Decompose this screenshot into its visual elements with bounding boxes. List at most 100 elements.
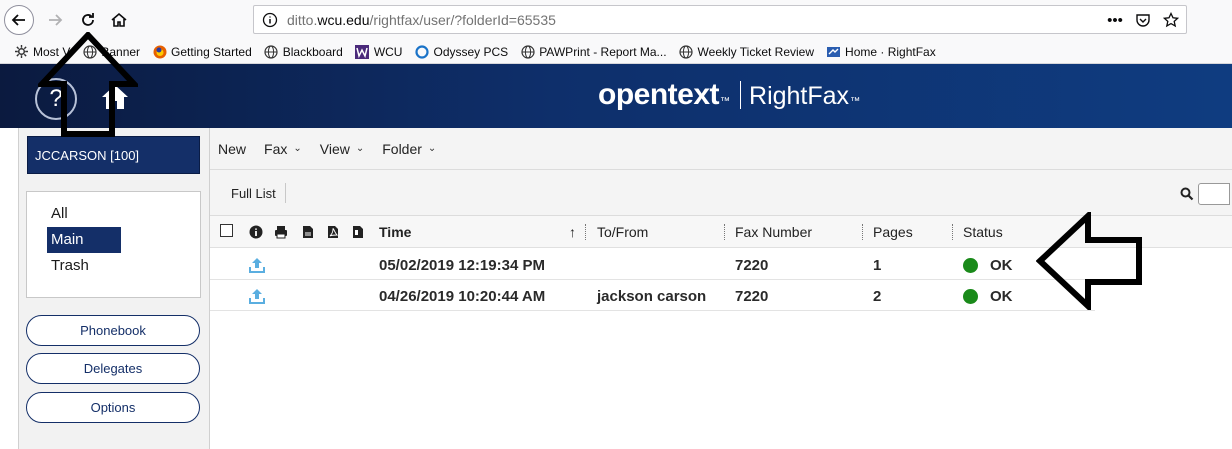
table-row[interactable]: 05/02/2019 12:19:34 PM 7220 1 OK (210, 249, 1095, 280)
bookmark-star-button[interactable] (1160, 9, 1182, 31)
pocket-button[interactable] (1132, 9, 1154, 31)
rightfax-icon (826, 44, 841, 59)
globe-icon (520, 44, 535, 59)
brand-trademark: ™ (720, 96, 731, 107)
cell-time: 05/02/2019 12:19:34 PM (379, 257, 545, 274)
bookmark-wcu[interactable]: WCU (355, 44, 403, 59)
menu-fax[interactable]: Fax ⌄ (264, 141, 302, 157)
wcu-icon (355, 44, 370, 59)
bookmark-odyssey[interactable]: Odyssey PCS (414, 44, 508, 59)
back-arrow-icon (11, 14, 25, 26)
cell-pages: 2 (873, 288, 882, 305)
product-trademark: ™ (850, 96, 861, 107)
info-icon[interactable] (262, 12, 278, 28)
opentext-rightfax-logo: opentext ™ RightFax ™ (598, 78, 860, 112)
upload-icon[interactable] (248, 287, 266, 305)
forward-arrow-icon (49, 14, 63, 26)
logo-divider (740, 81, 742, 109)
cell-fax-number: 7220 (735, 288, 769, 305)
sidebar: JCCARSON [100] All Main Trash Phonebook … (18, 128, 210, 449)
cell-fax-number: 7220 (735, 257, 769, 274)
bookmark-getting-started[interactable]: Getting Started (152, 44, 252, 59)
sort-arrow-icon[interactable]: ↑ (569, 224, 576, 240)
bookmark-label: Home · RightFax (845, 44, 936, 59)
page-actions-button[interactable]: ••• (1104, 9, 1126, 31)
url-bar[interactable]: ditto.wcu.edu/rightfax/user/?folderId=65… (253, 5, 1187, 34)
document-icon[interactable] (301, 225, 315, 239)
attachment-document-icon[interactable] (351, 225, 365, 239)
menu-view[interactable]: View ⌄ (320, 141, 364, 157)
list-filter-bar: Full List (210, 170, 1232, 216)
search-input[interactable] (1198, 183, 1230, 205)
gear-icon (14, 44, 29, 59)
column-header-status[interactable]: Status (963, 224, 1003, 240)
table-row[interactable]: 04/26/2019 10:20:44 AM jackson carson 72… (210, 280, 1095, 311)
folder-list: All Main Trash (26, 191, 201, 298)
chevron-down-icon: ⌄ (293, 143, 302, 154)
info-icon[interactable] (249, 225, 263, 239)
bookmark-home-rightfax[interactable]: Home · RightFax (826, 44, 936, 59)
forward-button[interactable] (40, 5, 70, 35)
reload-button[interactable] (73, 5, 103, 35)
menu-label: Folder (382, 140, 422, 157)
upload-icon[interactable] (248, 256, 266, 274)
printer-icon[interactable] (274, 225, 288, 239)
menu-label: Fax (264, 140, 288, 157)
divider (285, 183, 286, 203)
column-header-time[interactable]: Time (379, 224, 411, 240)
column-divider[interactable] (724, 224, 725, 240)
bookmark-label: WCU (373, 44, 403, 59)
folder-main[interactable]: Main (47, 227, 121, 253)
search-box (1180, 183, 1232, 205)
url-domain: wcu.edu (317, 12, 370, 28)
pocket-icon (1136, 14, 1150, 27)
full-list-button[interactable]: Full List (231, 186, 276, 201)
folder-all[interactable]: All (27, 201, 200, 227)
user-badge[interactable]: JCCARSON [100] (27, 136, 200, 174)
bookmark-label: Getting Started (171, 44, 252, 59)
cell-time: 04/26/2019 10:20:44 AM (379, 288, 546, 305)
back-button[interactable] (4, 5, 34, 35)
cell-status: OK (990, 288, 1013, 305)
chevron-down-icon: ⌄ (427, 143, 437, 154)
column-header-pages[interactable]: Pages (873, 224, 913, 240)
bookmark-blackboard[interactable]: Blackboard (264, 44, 343, 59)
bookmark-pawprint[interactable]: PAWPrint - Report Ma... (520, 44, 667, 59)
url-prefix: ditto. (287, 12, 318, 28)
menu-new[interactable]: New (218, 141, 246, 157)
bookmarks-bar: Most V Banner Getting Started Blackboard… (0, 40, 1232, 64)
pdf-icon[interactable] (326, 225, 340, 239)
annotation-left-arrow (1036, 212, 1142, 310)
delegates-button[interactable]: Delegates (26, 353, 200, 384)
menu-bar: New Fax ⌄ View ⌄ Folder ⌄ (210, 128, 1232, 170)
search-icon[interactable] (1180, 187, 1194, 201)
phonebook-button[interactable]: Phonebook (26, 315, 200, 346)
url-text[interactable]: ditto.wcu.edu/rightfax/user/?folderId=65… (287, 12, 556, 28)
bookmark-label: Weekly Ticket Review (697, 44, 815, 59)
url-path: /rightfax/user/?folderId=65535 (369, 12, 556, 28)
globe-icon (679, 44, 694, 59)
column-header-to-from[interactable]: To/From (597, 224, 648, 240)
column-divider[interactable] (862, 224, 863, 240)
bookmark-weekly-ticket-review[interactable]: Weekly Ticket Review (679, 44, 814, 59)
home-icon (111, 12, 127, 27)
status-ok-icon (963, 289, 978, 304)
menu-folder[interactable]: Folder ⌄ (382, 141, 436, 157)
column-divider[interactable] (585, 224, 586, 240)
globe-icon (264, 44, 279, 59)
menu-label: View (319, 140, 350, 157)
chevron-down-icon: ⌄ (355, 143, 365, 154)
brand-name: opentext (598, 78, 720, 111)
odyssey-icon (414, 44, 429, 59)
folder-trash[interactable]: Trash (27, 253, 200, 279)
bookmark-label: PAWPrint - Report Ma... (539, 44, 667, 59)
product-name: RightFax (749, 82, 850, 110)
select-all-checkbox[interactable] (220, 224, 233, 237)
column-header-fax-number[interactable]: Fax Number (735, 224, 812, 240)
column-divider[interactable] (952, 224, 953, 240)
options-button[interactable]: Options (26, 392, 200, 423)
reload-icon (82, 13, 94, 26)
firefox-icon (152, 44, 167, 59)
bookmark-label: Odyssey PCS (433, 44, 509, 59)
home-button[interactable] (104, 5, 134, 35)
